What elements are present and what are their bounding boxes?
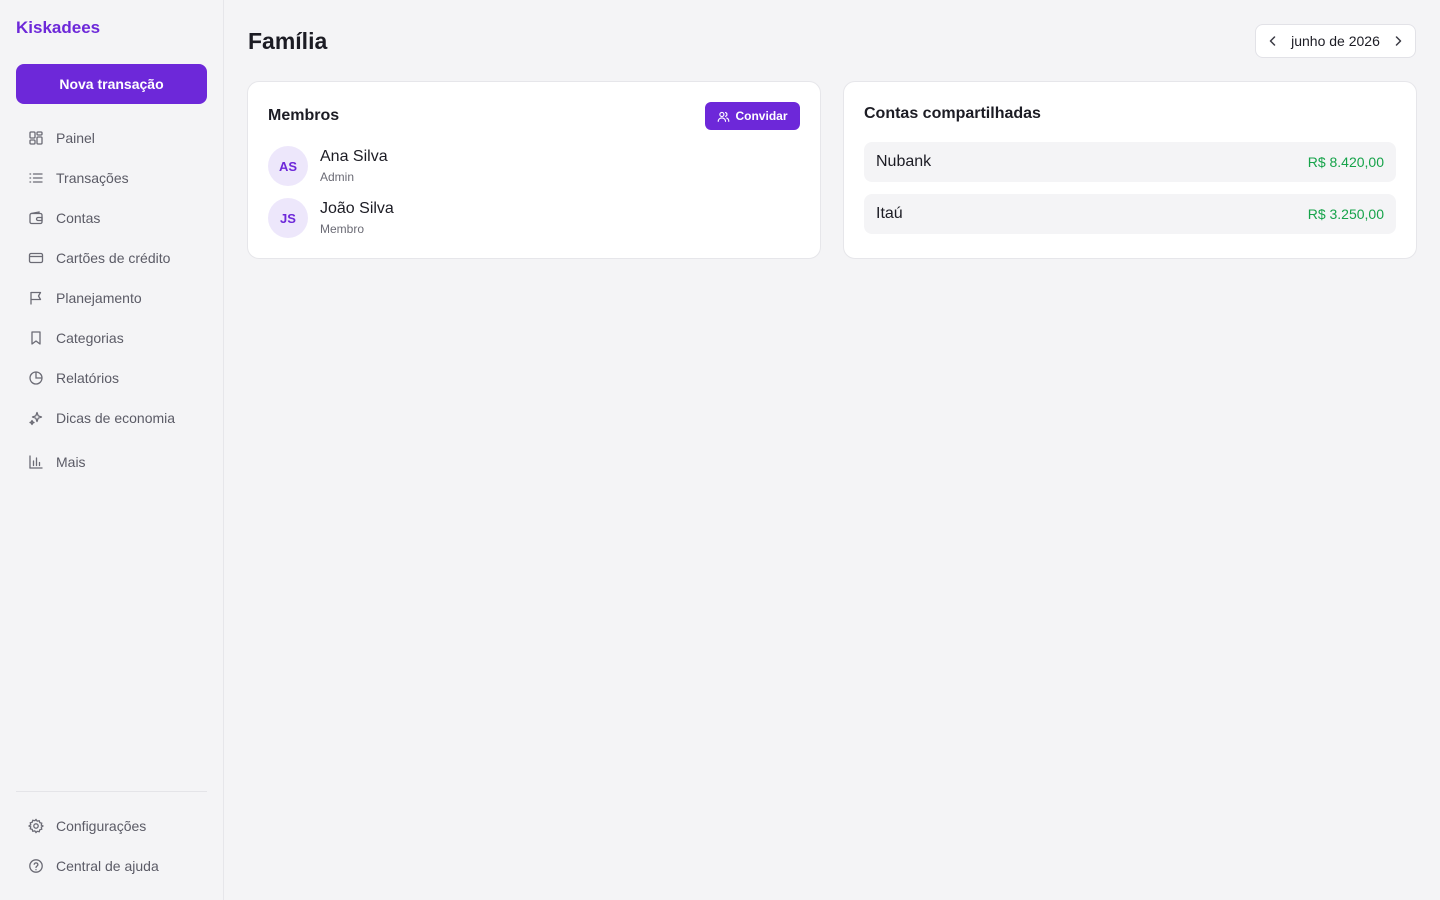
help-circle-icon [28, 858, 44, 874]
pie-chart-icon [28, 370, 44, 386]
sidebar-item-label: Painel [56, 130, 95, 146]
bookmark-icon [28, 330, 44, 346]
sidebar-item-label: Planejamento [56, 290, 142, 306]
account-balance: R$ 8.420,00 [1307, 154, 1384, 170]
shared-accounts-title: Contas compartilhadas [864, 105, 1041, 122]
sidebar-item-categorias[interactable]: Categorias [16, 320, 207, 356]
member-name: João Silva [320, 199, 394, 217]
page-title: Família [248, 28, 328, 54]
credit-card-icon [28, 250, 44, 266]
sidebar-item-transacoes[interactable]: Transações [16, 160, 207, 196]
sidebar-item-configuracoes[interactable]: Configurações [16, 808, 207, 844]
members-title: Membros [268, 107, 340, 124]
sparkles-icon [28, 410, 44, 426]
sidebar-item-relatorios[interactable]: Relatórios [16, 360, 207, 396]
bar-chart-icon [28, 454, 44, 470]
month-selector: junho de 2026 [1255, 24, 1416, 58]
new-transaction-button[interactable]: Nova transação [16, 64, 207, 104]
sidebar-item-label: Central de ajuda [56, 858, 159, 874]
avatar: JS [268, 198, 308, 238]
sidebar-item-ajuda[interactable]: Central de ajuda [16, 848, 207, 884]
flag-icon [28, 290, 44, 306]
main-content: Família junho de 2026 Membros Convidar A… [224, 0, 1440, 900]
sidebar-item-label: Dicas de economia [56, 410, 176, 426]
sidebar-item-planejamento[interactable]: Planejamento [16, 280, 207, 316]
member-role: Membro [320, 221, 365, 236]
sidebar-item-label: Contas [56, 210, 101, 226]
sidebar-item-label: Mais [56, 454, 86, 470]
sidebar-item-dicas[interactable]: Dicas de economia [16, 400, 207, 436]
sidebar-item-label: Cartões de crédito [56, 250, 171, 266]
sidebar-divider [16, 791, 207, 792]
invite-label: Convidar [735, 109, 788, 123]
chevron-right-icon[interactable] [1391, 34, 1405, 48]
account-row[interactable]: Itaú R$ 3.250,00 [864, 194, 1396, 234]
member-role: Admin [320, 169, 355, 184]
sidebar-item-label: Configurações [56, 818, 147, 834]
chevron-left-icon[interactable] [1266, 34, 1280, 48]
invite-button[interactable]: Convidar [705, 102, 800, 130]
account-balance: R$ 3.250,00 [1307, 206, 1384, 222]
month-label[interactable]: junho de 2026 [1291, 33, 1380, 49]
dashboard-icon [28, 130, 44, 146]
sidebar-item-cartoes[interactable]: Cartões de crédito [16, 240, 207, 276]
sidebar-item-label: Relatórios [56, 370, 120, 386]
wallet-icon [28, 210, 44, 226]
list-icon [28, 170, 44, 186]
members-card: Membros Convidar AS Ana Silva Admin JS J… [247, 81, 821, 259]
users-icon [717, 110, 730, 123]
shared-accounts-card: Contas compartilhadas Nubank R$ 8.420,00… [843, 81, 1417, 259]
sidebar-item-contas[interactable]: Contas [16, 200, 207, 236]
account-name: Itaú [876, 205, 903, 222]
account-name: Nubank [876, 153, 932, 170]
sidebar-item-mais[interactable]: Mais [16, 444, 207, 480]
sidebar-item-label: Transações [56, 170, 129, 186]
app-logo[interactable]: Kiskadees [16, 18, 100, 38]
sidebar-item-label: Categorias [56, 330, 124, 346]
avatar: AS [268, 146, 308, 186]
member-row[interactable]: AS Ana Silva Admin [268, 146, 388, 186]
gear-icon [28, 818, 44, 834]
member-row[interactable]: JS João Silva Membro [268, 198, 394, 238]
sidebar-item-painel[interactable]: Painel [16, 120, 207, 156]
sidebar: Kiskadees Nova transação Painel Transaçõ… [0, 0, 224, 900]
member-name: Ana Silva [320, 147, 388, 165]
account-row[interactable]: Nubank R$ 8.420,00 [864, 142, 1396, 182]
